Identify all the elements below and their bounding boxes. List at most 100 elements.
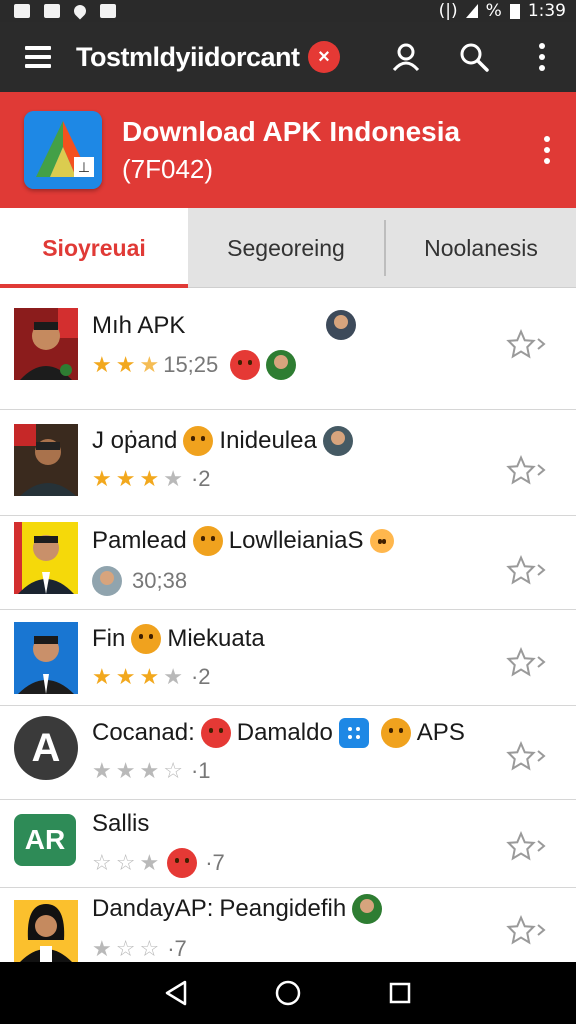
star-icon: ☆ <box>92 850 112 875</box>
chevron-right-icon <box>537 924 546 936</box>
chevron-right-icon <box>537 750 546 762</box>
app-title: Pamlead <box>92 527 187 554</box>
favorite-button[interactable] <box>506 552 548 588</box>
emoji-icon <box>230 350 261 380</box>
tab-2[interactable]: Segeoreing <box>188 208 384 288</box>
app-meta: ·7 <box>167 936 187 961</box>
close-icon: × <box>318 45 330 68</box>
list-item[interactable]: Mıh APK ★ ★ ★ 15;25 <box>0 290 576 410</box>
star-icon: ☆ <box>139 936 160 961</box>
list-item[interactable]: AR Sallis ☆ ☆ ★ ·7 <box>0 800 576 888</box>
home-button[interactable] <box>268 973 308 1013</box>
emoji-icon <box>183 426 214 456</box>
header-more-button[interactable] <box>544 136 550 164</box>
star-outline-icon <box>506 455 536 485</box>
star-icon: ★ <box>139 850 160 875</box>
battery-percent: % <box>485 1 502 21</box>
emoji-icon <box>167 848 198 878</box>
menu-button[interactable] <box>0 22 76 92</box>
app-title: DandayAP: <box>92 895 214 922</box>
star-outline-icon <box>506 831 536 861</box>
app-meta: 15;25 <box>163 352 219 377</box>
star-outline-icon <box>506 741 536 771</box>
app-rating: 30;38 <box>92 566 187 596</box>
notification-icon <box>14 4 30 18</box>
app-logo: ⊥ <box>24 111 102 189</box>
app-thumbnail <box>14 424 78 496</box>
star-icon: ★ <box>92 466 112 491</box>
overflow-menu-button[interactable] <box>508 22 576 92</box>
app-title: Mıh APK <box>92 312 186 339</box>
app-title-extra: LowlleianiaS <box>228 527 364 554</box>
favorite-button[interactable] <box>506 452 548 488</box>
chevron-right-icon <box>537 656 546 668</box>
tab-3[interactable]: Noolanesis <box>386 208 576 288</box>
menu-icon <box>25 46 51 50</box>
favorite-button[interactable] <box>506 912 548 948</box>
clear-button[interactable]: × <box>308 41 340 73</box>
page-subtitle: (7F042) <box>122 153 214 184</box>
chevron-right-icon <box>537 338 546 350</box>
app-title-extra: Peangidefih <box>219 895 347 922</box>
app-rating: ★ ☆ ☆ ·7 <box>92 936 187 962</box>
star-icon: ☆ <box>163 758 183 783</box>
list-item[interactable]: J oṗand Inideulea ★ ★ ★ ★ ·2 <box>0 410 576 516</box>
list-item[interactable]: Pamlead LowlleianiaS 30;38 <box>0 516 576 610</box>
screen: (|) % 1:39 Tostmldyiidorcant × ⊥ Downloa… <box>0 0 576 1024</box>
home-icon <box>275 980 301 1006</box>
star-icon: ★ <box>163 664 183 689</box>
app-thumbnail <box>14 522 78 594</box>
battery-icon <box>509 3 520 19</box>
list-item[interactable]: DandayAP: Peangidefih ★ ☆ ☆ ·7 <box>0 888 576 968</box>
signal-icon <box>465 4 478 18</box>
avatar <box>352 894 383 924</box>
app-icon: A <box>14 716 78 780</box>
app-icon: AR <box>14 814 76 866</box>
chevron-right-icon <box>537 564 546 576</box>
app-thumbnail <box>14 622 78 694</box>
app-thumbnail <box>14 900 78 962</box>
app-title: Sallis <box>92 810 150 837</box>
star-icon: ★ <box>139 758 160 783</box>
star-icon: ★ <box>92 352 112 377</box>
star-icon: ★ <box>139 466 160 491</box>
back-button[interactable] <box>156 973 196 1013</box>
star-outline-icon <box>506 647 536 677</box>
avatar <box>322 426 353 456</box>
list-item[interactable]: Fin Miekuata ★ ★ ★ ★ ·2 <box>0 610 576 706</box>
header-banner: ⊥ Download APK Indonesia (7F042) <box>0 92 576 208</box>
app-meta: ·2 <box>190 664 211 689</box>
tab-1[interactable]: Sioyreuai <box>0 208 188 288</box>
more-vert-icon <box>544 136 550 164</box>
star-icon: ★ <box>92 664 112 689</box>
list-item[interactable]: A Cocanad: Damaldo APS ★ ★ ★ ☆ ·1 <box>0 706 576 800</box>
app-thumbnail <box>14 308 78 380</box>
emoji-icon <box>131 624 162 654</box>
app-meta: ·7 <box>205 850 225 875</box>
system-indicators: (|) % 1:39 <box>439 1 566 21</box>
favorite-button[interactable] <box>506 326 548 362</box>
search-button[interactable] <box>440 22 508 92</box>
app-meta: 30;38 <box>132 568 188 593</box>
vibrate-icon: (|) <box>438 1 458 21</box>
app-rating: ★ ★ ★ ★ ·2 <box>92 466 211 492</box>
favorite-button[interactable] <box>506 644 548 680</box>
app-title: Tostmldyiidorcant <box>76 41 300 72</box>
favorite-button[interactable] <box>506 738 548 774</box>
recents-button[interactable] <box>380 973 420 1013</box>
page-title: Download APK Indonesia <box>122 115 461 147</box>
app-rating: ★ ★ ★ 15;25 <box>92 350 297 380</box>
star-icon: ★ <box>92 758 112 783</box>
location-icon <box>71 2 89 20</box>
svg-text:⊥: ⊥ <box>78 160 90 176</box>
favorite-button[interactable] <box>506 828 548 864</box>
avatar <box>92 566 122 596</box>
chevron-right-icon <box>537 464 546 476</box>
app-meta: ·2 <box>190 466 211 491</box>
app-rating: ★ ★ ★ ☆ ·1 <box>92 758 211 784</box>
clock: 1:39 <box>527 1 566 21</box>
account-button[interactable] <box>372 22 440 92</box>
app-title-extra: Damaldo <box>236 719 333 746</box>
app-meta: ·1 <box>190 758 211 783</box>
emoji-icon <box>192 526 223 556</box>
